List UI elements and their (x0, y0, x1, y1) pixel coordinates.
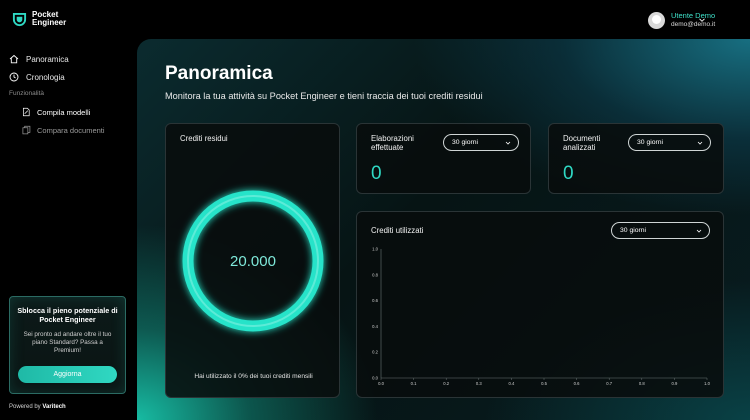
card-title: Documenti analizzati (563, 134, 600, 152)
sidebar-item-compila-modelli[interactable]: Compila modelli (22, 103, 132, 121)
powered-by-prefix: Powered by (9, 404, 41, 410)
page-subtitle: Monitora la tua attività su Pocket Engin… (165, 91, 483, 101)
chart-x-tick-label: 0.2 (443, 381, 449, 386)
documents-value: 0 (563, 163, 574, 184)
chart-y-tick-label: 0.4 (372, 324, 378, 329)
sidebar-section-label: Funzionalità (9, 90, 45, 97)
chart-x-tick-label: 0.6 (574, 381, 580, 386)
sidebar-item-label: Panoramica (26, 54, 69, 64)
chart-x-tick-label: 0.0 (378, 381, 384, 386)
chart-y-tick-label: 1.0 (372, 247, 378, 252)
sidebar-item-label: Cronologia (26, 72, 65, 82)
upgrade-promo-card: Sblocca il pieno potenziale di Pocket En… (9, 296, 126, 394)
sidebar-subnav: Compila modelli Compara documenti (22, 103, 132, 139)
powered-by: Powered by Varitech (9, 404, 66, 410)
main-panel: Panoramica Monitora la tua attività su P… (137, 39, 750, 420)
page-title: Panoramica (165, 63, 273, 84)
sidebar-item-compara-documenti[interactable]: Compara documenti (22, 121, 132, 139)
processings-card: Elaborazioni effettuate 30 giorni 0 (356, 123, 531, 194)
powered-by-brand: Varitech (42, 404, 66, 410)
user-email: demo@demo.it (671, 21, 716, 28)
brand-name-line2: Engineer (32, 18, 67, 27)
brand-name: Pocket Engineer (32, 11, 66, 27)
upgrade-button[interactable]: Aggiorna (18, 366, 117, 383)
chart-x-tick-label: 0.5 (541, 381, 547, 386)
user-name: Utente Demo (671, 11, 716, 20)
chevron-down-icon[interactable] (698, 16, 706, 24)
clock-icon (9, 72, 19, 82)
select-value: 30 giorni (452, 139, 479, 146)
chart-x-tick-label: 0.4 (508, 381, 514, 386)
select-value: 30 giorni (637, 139, 664, 146)
file-pen-icon (22, 107, 30, 117)
card-title: Elaborazioni effettuate (371, 134, 414, 152)
chevron-down-icon (697, 141, 703, 145)
chart-y-tick-label: 0.8 (372, 272, 378, 277)
sidebar-item-label: Compara documenti (37, 125, 105, 135)
credits-remaining-card: Crediti residui 20.000 Hai utilizzato il… (165, 123, 340, 398)
processings-period-select[interactable]: 30 giorni (443, 134, 519, 151)
credits-used-chart: 0.0 0.2 0.4 0.6 0.8 1.0 0.0 0.1 0.2 0.3 0.4 0.5 0.6 0… (372, 247, 710, 387)
card-title-line2: analizzati (563, 143, 596, 152)
chart-y-tick-label: 0.6 (372, 298, 378, 303)
processings-value: 0 (371, 163, 382, 184)
sidebar-nav: Panoramica Cronologia (9, 50, 134, 86)
chart-x-tick-label: 0.1 (411, 381, 417, 386)
home-icon (9, 54, 19, 64)
sidebar-item-panoramica[interactable]: Panoramica (9, 50, 134, 68)
pocket-engineer-logo-icon (12, 12, 27, 26)
user-info: Utente Demo demo@demo.it (671, 11, 715, 29)
card-title: Crediti residui (180, 134, 228, 143)
chart-x-tick-label: 0.3 (476, 381, 482, 386)
card-title-line2: effettuate (371, 143, 404, 152)
chart-y-tick-label: 0.0 (372, 376, 378, 381)
brand-logo[interactable]: Pocket Engineer (12, 11, 66, 27)
sidebar-item-label: Compila modelli (37, 107, 91, 117)
chevron-down-icon (505, 141, 511, 145)
credits-used-chart-card: Crediti utilizzati 30 giorni 0.0 0.2 0.4 0.… (356, 211, 724, 398)
chart-y-tick-label: 0.2 (372, 350, 378, 355)
documents-period-select[interactable]: 30 giorni (628, 134, 711, 151)
credits-used-note: Hai utilizzato il 0% dei tuoi crediti me… (194, 373, 313, 380)
chart-x-tick-label: 1.0 (704, 381, 710, 386)
chart-x-tick-label: 0.8 (639, 381, 645, 386)
sidebar-item-cronologia[interactable]: Cronologia (9, 68, 134, 86)
chart-x-tick-label: 0.9 (671, 381, 677, 386)
card-title-line1: Documenti (563, 134, 601, 143)
promo-title: Sblocca il pieno potenziale di Pocket En… (17, 306, 118, 324)
avatar (648, 11, 665, 29)
credits-remaining-value: 20.000 (230, 252, 276, 270)
credits-ring: 20.000 (170, 178, 336, 344)
documents-card: Documenti analizzati 30 giorni 0 (548, 123, 724, 194)
chart-x-tick-label: 0.7 (606, 381, 612, 386)
copy-docs-icon (22, 125, 31, 135)
promo-text: Sei pronto ad andare oltre il tuo piano … (23, 331, 112, 355)
card-title-line1: Elaborazioni (371, 134, 414, 143)
